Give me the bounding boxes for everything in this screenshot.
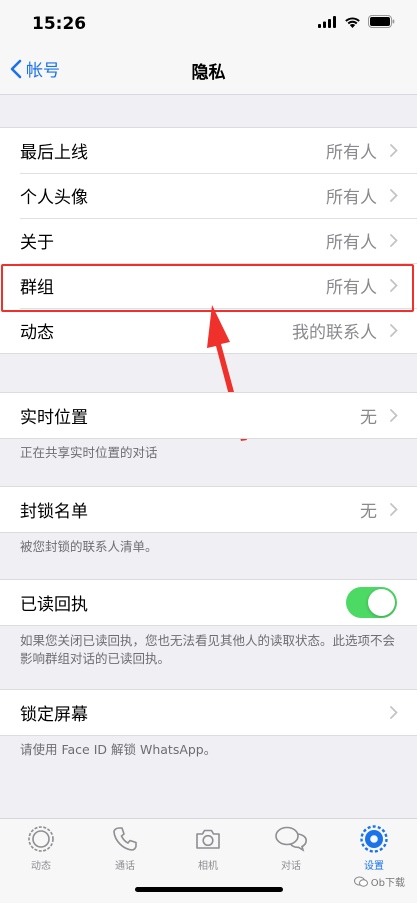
row-about[interactable]: 关于 所有人	[0, 218, 417, 263]
tab-label: 动态	[31, 861, 51, 872]
cellular-signal-icon	[318, 15, 336, 28]
row-label: 封锁名单	[20, 502, 88, 522]
status-icon	[28, 826, 54, 852]
battery-icon	[368, 15, 395, 28]
read-receipts-note: 如果您关闭已读回执，您也无法看见其他人的读取状态。此选项不会影响群组对话的已读回…	[20, 633, 396, 666]
tab-label: 通话	[115, 861, 135, 872]
row-label: 最后上线	[20, 143, 88, 163]
status-icons	[318, 15, 395, 28]
read-receipts-section: 已读回执	[0, 579, 417, 626]
chevron-right-icon	[390, 279, 398, 292]
camera-icon	[196, 829, 220, 849]
wechat-icon	[353, 876, 368, 887]
tab-camera[interactable]: 相机	[167, 825, 249, 872]
phone-icon	[113, 827, 137, 851]
toggle-knob	[368, 589, 395, 616]
page-title: 隐私	[191, 63, 226, 83]
row-label: 锁定屏幕	[20, 705, 88, 725]
row-value: 我的联系人	[292, 323, 377, 343]
row-label: 实时位置	[20, 408, 88, 428]
watermark-text: Ob下载	[370, 878, 405, 889]
status-time: 15:26	[32, 14, 87, 34]
tab-chats[interactable]: 对话	[250, 825, 332, 872]
watermark: Ob下载	[353, 874, 405, 889]
tab-label: 设置	[364, 861, 384, 872]
chevron-right-icon	[390, 324, 398, 337]
row-label: 关于	[20, 233, 54, 253]
row-value: 所有人	[326, 188, 377, 208]
blocked-note: 被您封锁的联系人清单。	[20, 539, 158, 554]
navigation-bar: 帐号 隐私	[0, 44, 417, 95]
tab-settings[interactable]: 设置	[333, 825, 415, 872]
tab-label: 相机	[198, 861, 218, 872]
tab-status[interactable]: 动态	[0, 825, 82, 872]
row-label: 群组	[20, 278, 54, 298]
read-receipts-toggle[interactable]	[346, 587, 397, 618]
row-read-receipts: 已读回执	[0, 580, 417, 625]
blocked-section: 封锁名单 无	[0, 486, 417, 533]
tab-calls[interactable]: 通话	[84, 825, 166, 872]
home-indicator[interactable]	[135, 887, 283, 892]
status-bar: 15:26	[0, 0, 417, 44]
chevron-right-icon	[390, 409, 398, 422]
screen-lock-note: 请使用 Face ID 解锁 WhatsApp。	[20, 742, 217, 757]
row-label: 动态	[20, 323, 54, 343]
row-value: 所有人	[326, 143, 377, 163]
row-value: 无	[360, 502, 377, 522]
row-label: 个人头像	[20, 188, 88, 208]
live-location-section: 实时位置 无	[0, 392, 417, 439]
row-blocked-list[interactable]: 封锁名单 无	[0, 487, 417, 532]
row-screen-lock[interactable]: 锁定屏幕	[0, 690, 417, 735]
settings-gear-icon	[360, 825, 388, 853]
chevron-right-icon	[390, 706, 398, 719]
screen-lock-section: 锁定屏幕	[0, 689, 417, 736]
chats-icon	[275, 826, 307, 852]
row-live-location[interactable]: 实时位置 无	[0, 393, 417, 438]
row-value: 所有人	[326, 278, 377, 298]
row-value: 无	[360, 408, 377, 428]
row-last-seen[interactable]: 最后上线 所有人	[0, 128, 417, 173]
wifi-icon	[345, 16, 360, 28]
row-profile-photo[interactable]: 个人头像 所有人	[0, 173, 417, 218]
live-location-note: 正在共享实时位置的对话	[20, 445, 158, 460]
chevron-right-icon	[390, 503, 398, 516]
chevron-right-icon	[390, 144, 398, 157]
chevron-right-icon	[390, 189, 398, 202]
tab-label: 对话	[281, 861, 301, 872]
row-label: 已读回执	[20, 595, 88, 615]
row-value: 所有人	[326, 233, 377, 253]
chevron-right-icon	[390, 234, 398, 247]
